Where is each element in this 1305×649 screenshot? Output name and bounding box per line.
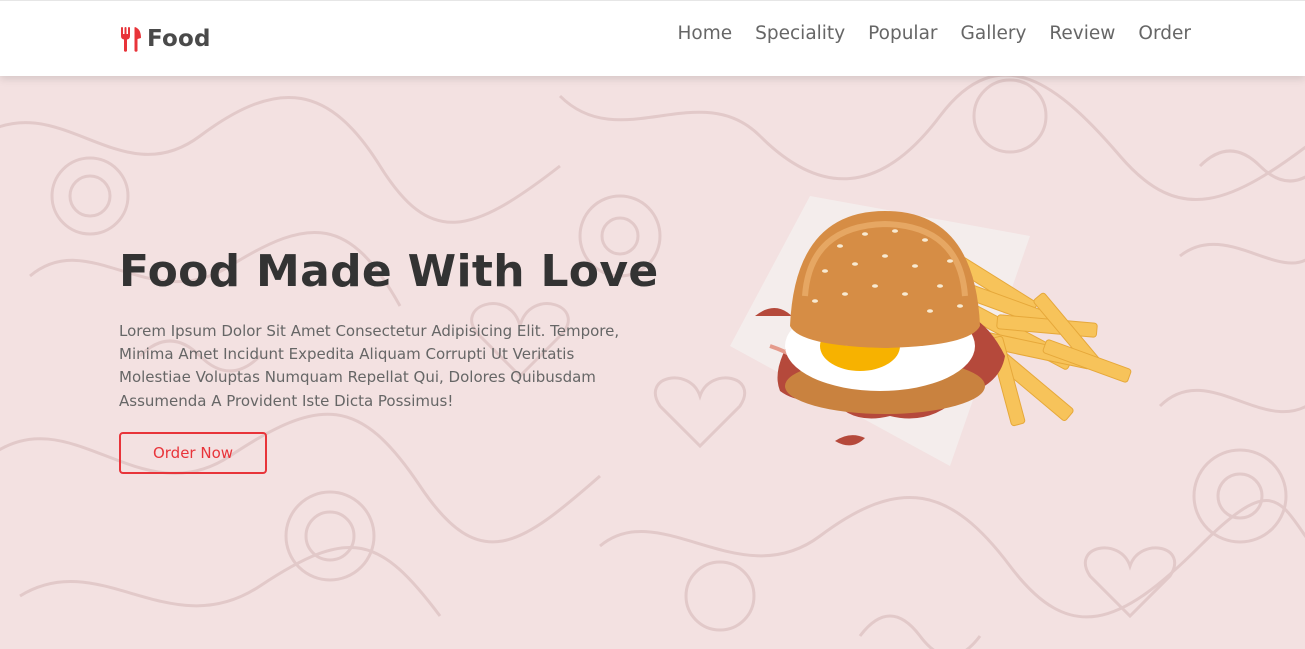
hero-section: Food Made With Love Lorem Ipsum Dolor Si… [0, 76, 1305, 649]
hero-title: Food Made With Love [119, 246, 659, 297]
nav-home[interactable]: Home [678, 23, 733, 44]
utensils-icon [121, 27, 141, 52]
site-header: Food Home Speciality Popular Gallery Rev… [0, 0, 1305, 76]
logo[interactable]: Food [118, 23, 211, 55]
nav-order[interactable]: Order [1138, 23, 1191, 44]
burger-with-fries-image [730, 196, 1132, 466]
hero-description: Lorem Ipsum Dolor Sit Amet Consectetur A… [119, 322, 620, 410]
nav-gallery[interactable]: Gallery [961, 23, 1027, 44]
order-now-button[interactable]: Order Now [119, 432, 267, 474]
logo-text: Food [147, 26, 211, 52]
nav-popular[interactable]: Popular [868, 23, 937, 44]
nav-review[interactable]: Review [1049, 23, 1115, 44]
main-nav: Home Speciality Popular Gallery Review O… [678, 23, 1192, 44]
nav-speciality[interactable]: Speciality [755, 23, 845, 44]
